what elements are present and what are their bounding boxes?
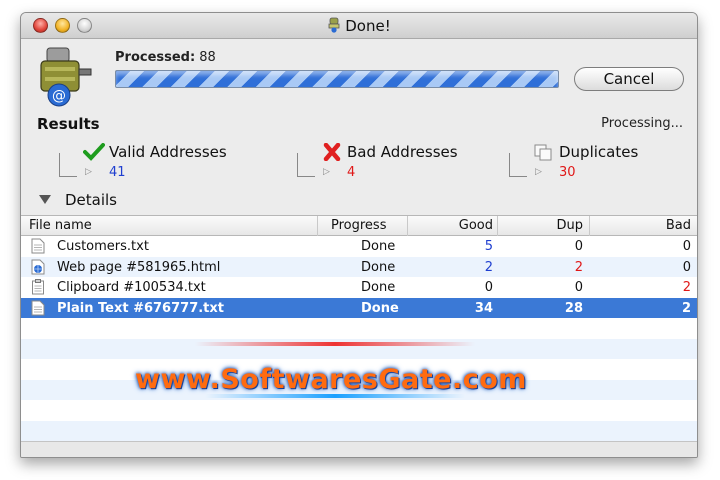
- bad-addresses-summary[interactable]: ▷ Bad Addresses 4: [297, 141, 497, 185]
- details-label: Details: [65, 191, 118, 209]
- processed-status: Processed: 88: [115, 50, 216, 65]
- duplicates-count: 30: [559, 165, 576, 180]
- duplicates-summary[interactable]: ▷ Duplicates 30: [509, 141, 689, 185]
- dup-count: 2: [574, 259, 583, 275]
- table-header: File name Progress Good Dup Bad: [21, 216, 697, 236]
- column-header-dup[interactable]: Dup: [556, 218, 583, 233]
- table-row[interactable]: Web page #581965.html Done 2 2 0: [21, 256, 697, 277]
- file-name: Clipboard #100534.txt: [57, 280, 206, 295]
- file-progress: Done: [361, 280, 396, 295]
- web-page-icon: [31, 259, 45, 274]
- table-row[interactable]: Customers.txt Done 5 0 0: [21, 236, 697, 257]
- table-row[interactable]: Clipboard #100534.txt Done 0 0 2: [21, 277, 697, 298]
- disclosure-triangle-icon[interactable]: ▷: [535, 167, 542, 177]
- dup-count: 0: [574, 239, 583, 254]
- good-count: 5: [484, 239, 493, 254]
- details-disclosure[interactable]: Details: [39, 191, 117, 209]
- column-separator: [497, 216, 498, 236]
- valid-addresses-label: Valid Addresses: [109, 143, 227, 161]
- column-separator: [589, 216, 590, 236]
- duplicates-label: Duplicates: [559, 143, 639, 161]
- cancel-button[interactable]: Cancel: [574, 67, 684, 91]
- dup-count: 28: [564, 300, 583, 316]
- summary-bracket: [59, 153, 77, 177]
- text-file-icon: [31, 238, 45, 254]
- column-header-progress[interactable]: Progress: [331, 218, 386, 233]
- window-title-group: Done!: [21, 17, 697, 35]
- file-progress: Done: [361, 259, 396, 275]
- file-progress: Done: [361, 300, 399, 316]
- disclosure-triangle-icon[interactable]: ▷: [85, 167, 92, 177]
- watermark-red-bar: [195, 342, 475, 346]
- file-name: Plain Text #676777.txt: [57, 300, 224, 316]
- table-row-selected[interactable]: Plain Text #676777.txt Done 34 28 2: [21, 297, 697, 318]
- summary-bracket: [297, 153, 315, 177]
- good-count: 2: [484, 259, 493, 275]
- column-header-file-name[interactable]: File name: [29, 218, 92, 233]
- clipboard-icon: [32, 279, 44, 295]
- valid-addresses-count: 41: [109, 165, 126, 180]
- svg-text:@: @: [52, 88, 66, 104]
- bad-count: 0: [682, 239, 691, 254]
- watermark-blue-bar: [205, 394, 465, 398]
- dup-count: 0: [574, 280, 583, 295]
- processed-label: Processed:: [115, 50, 196, 65]
- file-progress: Done: [361, 239, 396, 254]
- good-count: 34: [474, 300, 493, 316]
- column-header-good[interactable]: Good: [459, 218, 493, 233]
- file-name: Customers.txt: [57, 239, 149, 254]
- bad-addresses-count: 4: [347, 165, 356, 180]
- disclosure-down-icon[interactable]: [39, 195, 51, 204]
- empty-table-row: [21, 318, 697, 339]
- check-icon: [83, 143, 105, 161]
- progress-fill: [116, 71, 558, 87]
- empty-table-row: [21, 420, 697, 441]
- bad-count: 2: [681, 300, 691, 316]
- text-file-icon: [31, 300, 45, 315]
- bad-addresses-label: Bad Addresses: [347, 143, 458, 161]
- empty-table-row: [21, 400, 697, 421]
- window-bottom-bar: [21, 441, 697, 457]
- results-heading: Results: [37, 115, 100, 133]
- disclosure-triangle-icon[interactable]: ▷: [323, 167, 330, 177]
- valid-addresses-summary[interactable]: ▷ Valid Addresses 41: [59, 141, 279, 185]
- x-icon: [323, 143, 341, 161]
- files-table[interactable]: File name Progress Good Dup Bad Customer…: [21, 215, 697, 441]
- table-body: Customers.txt Done 5 0 0 Web page #58196…: [21, 236, 697, 441]
- watermark-text: www.SoftwaresGate.com: [135, 364, 527, 395]
- column-separator: [317, 216, 318, 236]
- title-bar[interactable]: Done!: [21, 13, 697, 39]
- summary-bracket: [509, 153, 527, 177]
- bad-count: 0: [682, 259, 691, 275]
- duplicate-icon: [534, 144, 552, 161]
- column-separator: [407, 216, 408, 236]
- bad-count: 2: [682, 280, 691, 295]
- email-extractor-app-icon: @: [40, 47, 92, 107]
- processed-count: 88: [199, 50, 216, 65]
- window-title: Done!: [345, 17, 391, 35]
- processing-status-text: Processing...: [601, 116, 683, 131]
- app-title-icon: [328, 17, 340, 33]
- good-count: 0: [484, 280, 493, 295]
- file-name: Web page #581965.html: [57, 259, 221, 275]
- progress-bar: [115, 70, 559, 88]
- column-header-bad[interactable]: Bad: [666, 218, 691, 233]
